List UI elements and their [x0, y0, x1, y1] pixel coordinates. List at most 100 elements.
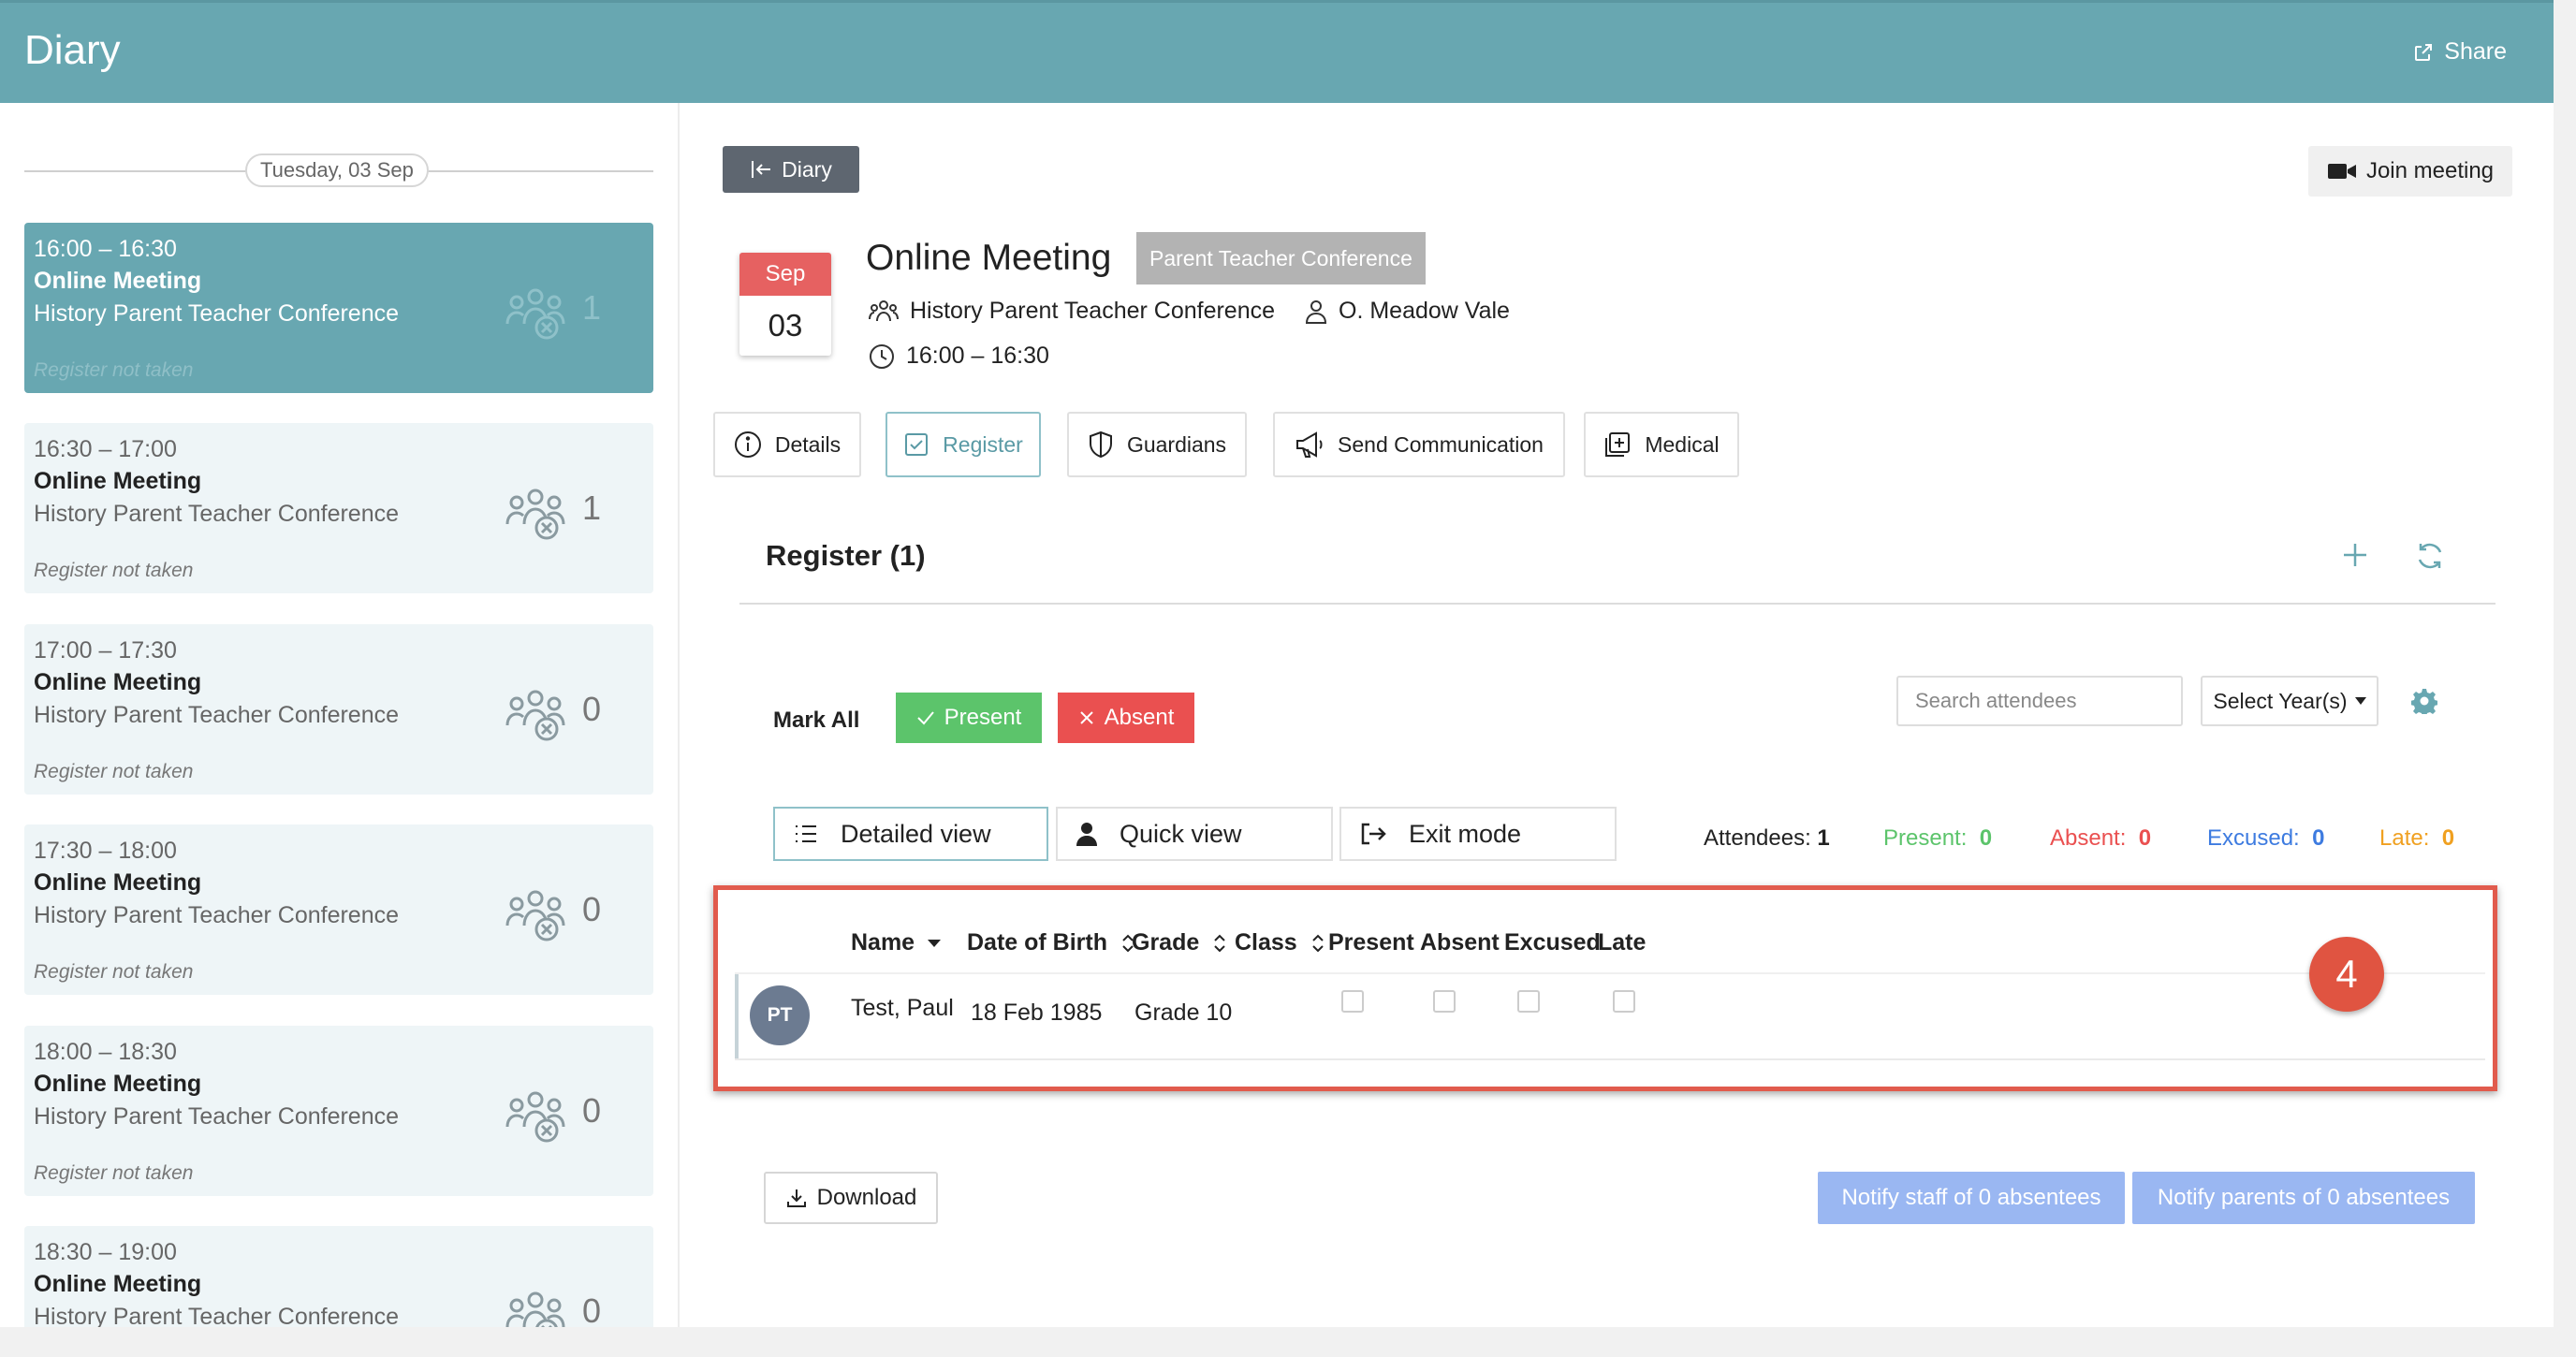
group-cancel-icon — [505, 690, 565, 741]
tab-medical[interactable]: Medical — [1584, 412, 1739, 477]
checkbox-icon — [905, 433, 929, 456]
excused-stat: Excused: 0 — [2207, 825, 2324, 852]
page-title: Diary — [24, 27, 121, 73]
absent-stat: Absent: 0 — [2050, 825, 2151, 852]
slot-count: 0 — [582, 1291, 602, 1327]
slot-count: 0 — [582, 690, 602, 728]
tab-register[interactable]: Register — [886, 412, 1041, 477]
column-header-dob[interactable]: Date of Birth — [967, 929, 1135, 956]
absent-button-label: Absent — [1104, 705, 1175, 730]
share-icon — [2415, 43, 2433, 61]
column-header-class[interactable]: Class — [1235, 929, 1325, 956]
join-meeting-button[interactable]: Join meeting — [2308, 146, 2512, 197]
present-stat-value: 0 — [1979, 825, 1993, 851]
table-row-divider — [735, 1058, 2485, 1060]
tab-guardians[interactable]: Guardians — [1067, 412, 1247, 477]
slot-item-2[interactable]: 16:30 – 17:00 Online Meeting History Par… — [24, 423, 653, 593]
slot-subject: History Parent Teacher Conference — [34, 1304, 400, 1327]
excused-checkbox[interactable] — [1517, 990, 1540, 1013]
slot-item-6[interactable]: 18:30 – 19:00 Online Meeting History Par… — [24, 1226, 653, 1327]
slot-status: Register not taken — [34, 961, 194, 983]
attendance-table: Name Date of Birth Grade Class Present A… — [713, 885, 2497, 1091]
slot-name: Online Meeting — [34, 669, 202, 695]
exit-icon — [1361, 823, 1386, 845]
column-header-name[interactable]: Name — [851, 929, 942, 956]
slot-time: 18:00 – 18:30 — [34, 1039, 177, 1065]
group-icon — [869, 299, 899, 321]
event-group-label: History Parent Teacher Conference — [910, 298, 1276, 324]
share-button[interactable]: Share — [2412, 38, 2507, 66]
late-checkbox[interactable] — [1613, 990, 1635, 1013]
mark-all-absent-button[interactable]: Absent — [1058, 693, 1194, 743]
slot-item-4[interactable]: 17:30 – 18:00 Online Meeting History Par… — [24, 824, 653, 995]
cell-grade: Grade 10 — [1134, 1000, 1233, 1026]
tab-guardians-label: Guardians — [1126, 431, 1227, 457]
column-header-grade[interactable]: Grade — [1132, 929, 1227, 956]
back-arrow-icon — [752, 161, 771, 178]
top-header: Diary Share — [0, 0, 2554, 103]
slot-count: 1 — [582, 489, 602, 527]
list-icon — [796, 825, 816, 842]
late-stat-value: 0 — [2441, 825, 2455, 851]
calendar-month: Sep — [739, 253, 831, 296]
gear-icon[interactable] — [2411, 688, 2437, 714]
register-divider — [739, 603, 2496, 605]
year-select[interactable]: Select Year(s) — [2201, 676, 2378, 726]
event-title: Online Meeting — [866, 238, 1112, 278]
slot-status: Register not taken — [34, 761, 194, 782]
present-stat-label: Present: — [1883, 825, 1968, 851]
event-teacher-label: O. Meadow Vale — [1339, 298, 1510, 324]
group-cancel-icon — [505, 489, 565, 540]
info-icon — [734, 431, 761, 458]
exit-mode-button[interactable]: Exit mode — [1339, 807, 1617, 861]
sort-desc-icon — [928, 939, 942, 947]
slot-item-3[interactable]: 17:00 – 17:30 Online Meeting History Par… — [24, 624, 653, 795]
quick-view-button[interactable]: Quick view — [1056, 807, 1333, 861]
back-label: Diary — [782, 156, 832, 182]
sort-icon — [1312, 934, 1324, 952]
absent-stat-label: Absent: — [2050, 825, 2127, 851]
download-button[interactable]: Download — [764, 1172, 938, 1224]
slot-item-1[interactable]: 16:00 – 16:30 Online Meeting History Par… — [24, 223, 653, 393]
refresh-icon[interactable] — [2413, 539, 2447, 573]
megaphone-icon — [1296, 431, 1323, 458]
absent-checkbox[interactable] — [1433, 990, 1456, 1013]
detailed-view-button[interactable]: Detailed view — [773, 807, 1048, 861]
slot-count: 0 — [582, 1091, 602, 1130]
event-time-label: 16:00 – 16:30 — [906, 343, 1049, 369]
present-stat: Present: 0 — [1883, 825, 1992, 852]
event-time: 16:00 – 16:30 — [869, 343, 1049, 370]
slot-item-5[interactable]: 18:00 – 18:30 Online Meeting History Par… — [24, 1026, 653, 1196]
slot-subject: History Parent Teacher Conference — [34, 1103, 400, 1130]
mark-all-present-button[interactable]: Present — [896, 693, 1042, 743]
add-icon[interactable] — [2338, 538, 2372, 572]
year-select-label: Select Year(s) — [2213, 688, 2348, 713]
shield-icon — [1089, 430, 1112, 459]
tab-details[interactable]: Details — [713, 412, 861, 477]
back-to-diary-button[interactable]: Diary — [723, 146, 859, 193]
clock-icon — [870, 343, 894, 369]
slot-subject: History Parent Teacher Conference — [34, 501, 400, 527]
absent-stat-value: 0 — [2138, 825, 2152, 851]
register-title: Register (1) — [766, 539, 926, 572]
column-header-excused: Excused — [1504, 929, 1601, 956]
download-label: Download — [816, 1185, 917, 1210]
late-stat-label: Late: — [2379, 825, 2430, 851]
present-checkbox[interactable] — [1341, 990, 1364, 1013]
date-label: Tuesday, 03 Sep — [245, 153, 429, 187]
slot-time: 18:30 – 19:00 — [34, 1239, 177, 1265]
slot-subject: History Parent Teacher Conference — [34, 300, 400, 327]
check-icon — [916, 711, 934, 725]
column-name-label: Name — [851, 929, 915, 956]
download-icon — [786, 1189, 806, 1207]
tab-send-communication[interactable]: Send Communication — [1273, 412, 1565, 477]
medical-icon — [1605, 432, 1631, 457]
slot-time: 17:00 – 17:30 — [34, 637, 177, 664]
slot-time: 16:30 – 17:00 — [34, 436, 177, 462]
person-icon — [1305, 299, 1327, 324]
cell-name[interactable]: Test, Paul — [851, 995, 954, 1022]
search-attendees-input[interactable] — [1896, 676, 2183, 726]
notify-staff-button[interactable]: Notify staff of 0 absentees — [1818, 1172, 2125, 1224]
column-header-absent: Absent — [1420, 929, 1500, 956]
notify-parents-button[interactable]: Notify parents of 0 absentees — [2132, 1172, 2475, 1224]
